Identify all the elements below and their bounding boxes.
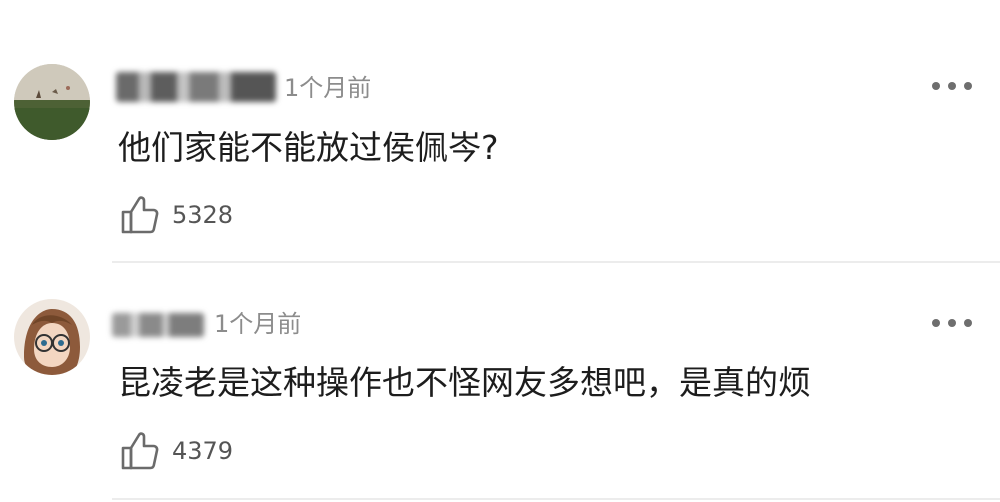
comment-item: 1个月前 昆凌老是这种操作也不怪网友多想吧，是真的烦 4379 [0,263,1000,502]
comment-item: 1个月前 他们家能不能放过侯佩岑? 5328 [0,0,1000,262]
like-count: 4379 [172,437,234,465]
avatar[interactable] [14,299,90,375]
username-blurred[interactable] [116,72,276,102]
more-options-icon[interactable] [932,317,972,329]
comment-text: 他们家能不能放过侯佩岑? [118,128,499,167]
comment-time: 1个月前 [284,74,372,102]
thumbs-up-icon [121,432,159,470]
more-options-icon[interactable] [932,80,972,92]
username-blurred[interactable] [112,313,204,337]
like-button[interactable]: 5328 [120,194,233,236]
comment-time: 1个月前 [214,310,302,338]
like-count: 5328 [172,201,234,229]
like-button[interactable]: 4379 [120,430,233,472]
landscape-avatar-icon [14,64,90,140]
comment-text: 昆凌老是这种操作也不怪网友多想吧，是真的烦 [118,363,811,402]
divider [112,498,1000,500]
avatar[interactable] [14,64,90,140]
thumbs-up-icon [121,196,159,234]
anime-character-avatar-icon [14,299,90,375]
